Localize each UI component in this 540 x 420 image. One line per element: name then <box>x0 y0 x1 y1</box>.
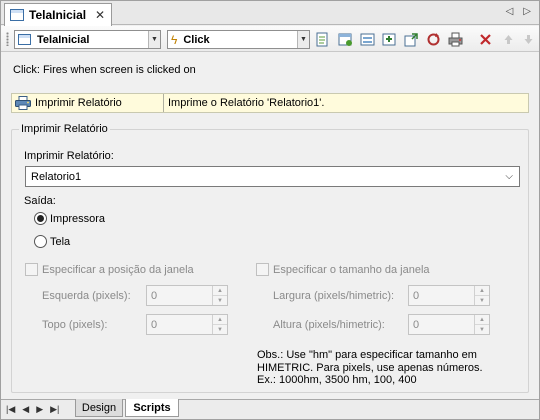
tab-design[interactable]: Design <box>75 399 123 417</box>
script-list-icon[interactable] <box>359 31 376 47</box>
height-spinbox[interactable]: 0 ▲ ▼ <box>408 314 490 335</box>
toolbar-grip-icon[interactable] <box>6 32 9 46</box>
chevron-down-icon[interactable]: ⌵ <box>505 171 513 182</box>
spin-down-icon[interactable]: ▼ <box>475 325 489 334</box>
position-checkbox-label: Especificar a posição da janela <box>42 263 194 276</box>
document-tab-strip: TelaInicial ✕ ◁ ▷ <box>1 1 539 26</box>
spin-arrows[interactable]: ▲ ▼ <box>212 286 227 305</box>
add-script-icon[interactable] <box>337 31 354 47</box>
radio-impressora-label: Impressora <box>50 212 106 225</box>
report-select-value: Relatorio1 <box>31 170 82 183</box>
height-label: Altura (pixels/himetric): <box>273 319 385 331</box>
printer-icon <box>15 96 31 110</box>
move-down-icon[interactable] <box>520 31 537 47</box>
screen-icon <box>18 34 31 45</box>
close-icon[interactable]: ✕ <box>95 8 105 22</box>
event-select[interactable]: ϟ Click ▼ <box>167 30 310 49</box>
script-name-cell: Imprimir Relatório <box>12 94 164 112</box>
script-description: Imprime o Relatório 'Relatorio1'. <box>168 97 325 109</box>
event-description: Click: Fires when screen is clicked on <box>13 64 196 76</box>
spin-up-icon[interactable]: ▲ <box>213 286 227 296</box>
first-icon[interactable]: |◀ <box>6 404 15 415</box>
spin-up-icon[interactable]: ▲ <box>213 315 227 325</box>
object-select-value: TelaInicial <box>37 33 90 46</box>
hint-line: HIMETRIC. Para pixels, use apenas número… <box>257 361 483 374</box>
width-spinbox[interactable]: 0 ▲ ▼ <box>408 285 490 306</box>
height-value: 0 <box>413 318 420 331</box>
output-label: Saída: <box>24 195 56 207</box>
size-checkbox[interactable]: Especificar o tamanho da janela <box>256 263 430 276</box>
bottom-tab-bar: |◀ ◀ ▶ ▶| Design Scripts <box>1 399 539 419</box>
top-spinbox[interactable]: 0 ▲ ▼ <box>146 314 228 335</box>
spin-down-icon[interactable]: ▼ <box>475 296 489 305</box>
group-title: Imprimir Relatório <box>19 123 110 135</box>
event-select-value: Click <box>183 33 210 46</box>
spin-arrows[interactable]: ▲ ▼ <box>474 286 489 305</box>
radio-tela[interactable]: Tela <box>34 235 70 248</box>
scroll-left-icon[interactable]: ◁ <box>506 6 514 17</box>
spin-arrows[interactable]: ▲ ▼ <box>212 315 227 334</box>
checkbox-box[interactable] <box>256 263 269 276</box>
export-icon[interactable] <box>403 31 420 47</box>
size-checkbox-label: Especificar o tamanho da janela <box>273 263 430 276</box>
checkbox-box[interactable] <box>25 263 38 276</box>
tab-scroll-arrows: ◁ ▷ <box>506 6 531 17</box>
tab-label: TelaInicial <box>29 8 87 22</box>
delete-icon[interactable] <box>477 31 494 47</box>
script-toolbar: TelaInicial ▼ ϟ Click ▼ <box>1 26 539 52</box>
spin-down-icon[interactable]: ▼ <box>213 325 227 334</box>
previous-icon[interactable]: ◀ <box>22 404 29 415</box>
lightning-icon: ϟ <box>171 32 178 47</box>
left-spinbox[interactable]: 0 ▲ ▼ <box>146 285 228 306</box>
tab-scripts[interactable]: Scripts <box>125 399 179 417</box>
hint-note: Obs.: Use "hm" para especificar tamanho … <box>257 349 517 387</box>
spin-arrows[interactable]: ▲ ▼ <box>474 315 489 334</box>
import-icon[interactable] <box>381 31 398 47</box>
script-list-row[interactable]: Imprimir Relatório Imprime o Relatório '… <box>11 93 529 113</box>
scroll-right-icon[interactable]: ▷ <box>523 6 531 17</box>
tab-telainicial[interactable]: TelaInicial ✕ <box>4 3 112 26</box>
object-select[interactable]: TelaInicial ▼ <box>14 30 161 49</box>
position-checkbox[interactable]: Especificar a posição da janela <box>25 263 194 276</box>
refresh-icon[interactable] <box>425 31 442 47</box>
spin-down-icon[interactable]: ▼ <box>213 296 227 305</box>
spin-up-icon[interactable]: ▲ <box>475 315 489 325</box>
radio-indicator[interactable] <box>34 235 47 248</box>
script-editor-window: TelaInicial ✕ ◁ ▷ TelaInicial ▼ ϟ Click … <box>0 0 540 420</box>
bottom-nav: |◀ ◀ ▶ ▶| <box>6 404 59 415</box>
radio-tela-label: Tela <box>50 235 71 248</box>
width-label: Largura (pixels/himetric): <box>273 290 395 302</box>
radio-impressora[interactable]: Impressora <box>34 212 105 225</box>
report-label: Imprimir Relatório: <box>24 150 114 162</box>
left-value: 0 <box>151 289 158 302</box>
print-icon[interactable] <box>447 31 464 47</box>
hint-line: Obs.: Use "hm" para especificar tamanho … <box>257 349 477 361</box>
spin-up-icon[interactable]: ▲ <box>475 286 489 296</box>
top-value: 0 <box>151 318 158 331</box>
last-icon[interactable]: ▶| <box>50 404 59 415</box>
report-select[interactable]: Relatorio1 ⌵ <box>25 166 520 187</box>
width-value: 0 <box>413 289 420 302</box>
screen-icon <box>10 9 24 21</box>
hint-line: Ex.: 1000hm, 3500 hm, 100, 400 <box>257 374 417 386</box>
new-script-icon[interactable] <box>314 31 331 47</box>
top-label: Topo (pixels): <box>42 319 108 331</box>
script-name: Imprimir Relatório <box>35 97 122 109</box>
radio-selected-indicator[interactable] <box>34 212 47 225</box>
move-up-icon[interactable] <box>500 31 517 47</box>
chevron-down-icon[interactable]: ▼ <box>148 31 160 48</box>
next-icon[interactable]: ▶ <box>36 404 43 415</box>
chevron-down-icon[interactable]: ▼ <box>297 31 309 48</box>
left-label: Esquerda (pixels): <box>42 290 131 302</box>
